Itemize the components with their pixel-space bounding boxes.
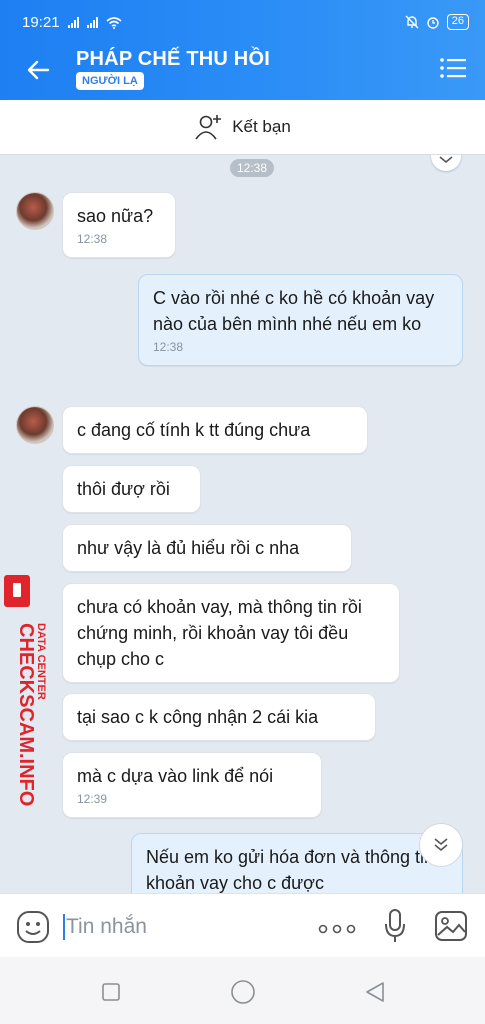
add-friend-icon — [195, 115, 222, 140]
message-text: sao nữa? — [77, 206, 154, 226]
collapse-button[interactable] — [431, 155, 461, 171]
message-bubble[interactable]: chưa có khoản vay, mà thông tin rồi chứn… — [62, 583, 400, 683]
signal-icon — [67, 17, 79, 28]
message-text: như vậy là đủ hiểu rồi c nha — [77, 538, 300, 558]
message-text: chưa có khoản vay, mà thông tin rồi chứn… — [77, 597, 362, 669]
home-icon[interactable] — [230, 979, 256, 1005]
message-list[interactable]: 12:38 sao nữa? 12:38 C vào rồi nhé c ko … — [0, 155, 485, 893]
microphone-icon[interactable] — [384, 908, 406, 944]
message-input[interactable]: Tin nhắn — [66, 915, 147, 939]
message-text: c đang cố tính k tt đúng chưa — [77, 420, 311, 440]
message-bubble[interactable]: tại sao c k công nhận 2 cái kia — [62, 693, 376, 741]
message-bubble[interactable]: c đang cố tính k tt đúng chưa — [62, 406, 368, 454]
conversation-header: PHÁP CHẾ THU HỒI NGƯỜI LẠ — [0, 44, 485, 100]
watermark-sub: DATA CENTER — [35, 623, 47, 700]
message-text: C vào rồi nhé c ko hề có khoản vay nào c… — [153, 288, 435, 334]
status-bar: 19:21 26 — [0, 0, 485, 44]
message-bubble[interactable]: như vậy là đủ hiểu rồi c nha — [62, 524, 352, 572]
message-bubble[interactable]: Nếu em ko gửi hóa đơn và thông tin khoản… — [131, 833, 463, 893]
avatar[interactable] — [16, 406, 54, 444]
signal-icon-2 — [86, 17, 98, 28]
message-text: mà c dựa vào link để nói — [77, 766, 274, 786]
message-bubble[interactable]: thôi đượ rồi — [62, 465, 201, 513]
message-time: 12:38 — [77, 232, 108, 246]
list-menu-icon[interactable] — [439, 56, 467, 80]
message-text: Nếu em ko gửi hóa đơn và thông tin khoản… — [146, 847, 435, 893]
watermark-brand: CHECKSCAM.INFO — [15, 623, 37, 806]
message-text: tại sao c k công nhận 2 cái kia — [77, 707, 319, 727]
emoji-icon[interactable] — [16, 910, 50, 944]
add-friend-bar[interactable]: Kết bạn — [0, 100, 485, 155]
mute-bell-icon — [405, 15, 419, 29]
arrow-left-icon[interactable] — [24, 56, 52, 84]
message-bubble[interactable]: C vào rồi nhé c ko hề có khoản vay nào c… — [138, 274, 463, 366]
alarm-icon — [427, 17, 439, 29]
watermark-graphic: CHECKSCAM.INFO DATA CENTER — [4, 575, 47, 806]
app-header: 19:21 26 PHÁP CHẾ THU HỒI NGƯỜI LẠ — [0, 0, 485, 100]
message-text: thôi đượ rồi — [77, 479, 170, 499]
system-nav-bar — [0, 957, 485, 1024]
status-time: 19:21 — [22, 14, 60, 31]
add-friend-label: Kết bạn — [232, 117, 291, 136]
date-divider: 12:38 — [230, 159, 275, 177]
wifi-icon — [106, 16, 122, 29]
conversation-title[interactable]: PHÁP CHẾ THU HỒI — [76, 48, 270, 71]
image-icon[interactable] — [434, 910, 468, 942]
message-bubble[interactable]: sao nữa? 12:38 — [62, 192, 176, 258]
chevron-down-icon — [439, 156, 453, 164]
chevron-double-down-icon — [434, 838, 448, 852]
message-time: 12:39 — [77, 792, 108, 806]
back-nav-icon[interactable] — [363, 980, 387, 1004]
message-time: 12:38 — [153, 340, 184, 354]
text-cursor — [63, 914, 65, 940]
message-composer: Tin nhắn — [0, 893, 485, 957]
more-dots-icon[interactable] — [318, 924, 356, 934]
avatar[interactable] — [16, 192, 54, 230]
scroll-down-button[interactable] — [419, 823, 463, 867]
message-bubble[interactable]: mà c dựa vào link để nói 12:39 — [62, 752, 322, 818]
stranger-tag: NGƯỜI LẠ — [76, 72, 144, 90]
watermark: CHECKSCAM.INFO DATA CENTER — [0, 575, 48, 815]
battery-indicator: 26 — [446, 14, 469, 30]
recents-icon[interactable] — [101, 982, 121, 1002]
